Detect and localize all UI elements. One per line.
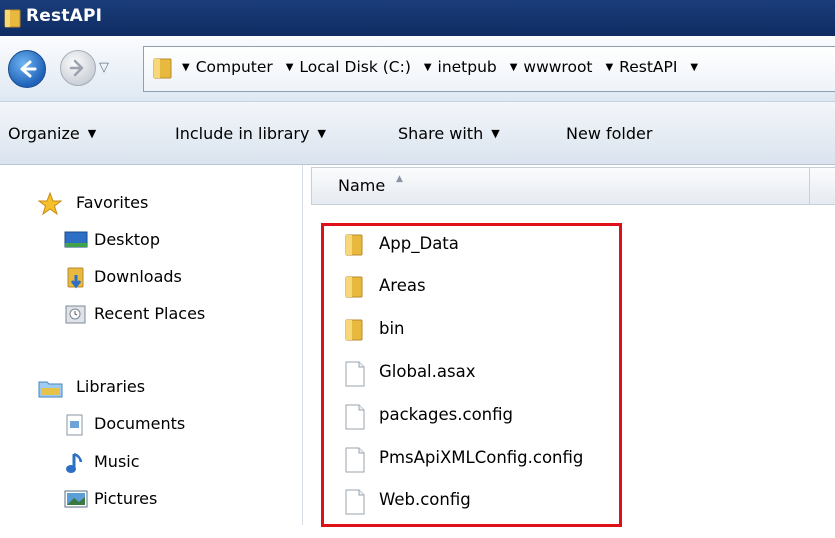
folder-icon <box>344 233 366 261</box>
libraries-icon <box>38 376 64 404</box>
folder-icon <box>344 318 366 346</box>
recent-pages-chevron-icon[interactable]: ▽ <box>99 60 109 75</box>
list-item[interactable]: bin <box>344 314 614 344</box>
new-folder-button[interactable]: New folder <box>566 124 652 143</box>
command-bar: Organize ▼ Include in library ▼ Share with… <box>0 102 835 165</box>
organize-button[interactable]: Organize ▼ <box>8 124 96 143</box>
column-header-row: Name ▲ <box>311 167 835 205</box>
file-icon <box>344 447 366 477</box>
chevron-down-icon: ▼ <box>491 127 500 140</box>
breadcrumb-item-restapi[interactable]: ▼ RestAPI <box>605 58 677 76</box>
share-with-button[interactable]: Share with ▼ <box>398 124 500 143</box>
title-bar: RestAPI <box>0 0 835 36</box>
list-item[interactable]: PmsApiXMLConfig.config <box>344 443 614 473</box>
back-button[interactable] <box>8 50 46 88</box>
recent-places-icon <box>64 303 88 331</box>
folder-icon <box>4 7 22 33</box>
address-bar[interactable]: ▼ Computer ▼ Local Disk (C:) ▼ inetpub ▼ www… <box>143 46 835 92</box>
breadcrumb: ▼ Computer ▼ Local Disk (C:) ▼ inetpub ▼ www… <box>182 58 712 76</box>
breadcrumb-item-inetpub[interactable]: ▼ inetpub <box>424 58 497 76</box>
column-resize-handle[interactable] <box>809 168 810 204</box>
file-icon <box>344 489 366 519</box>
star-icon <box>37 191 63 220</box>
forward-button[interactable] <box>60 50 96 86</box>
include-in-library-button[interactable]: Include in library ▼ <box>175 124 326 143</box>
breadcrumb-item-local-disk[interactable]: ▼ Local Disk (C:) <box>286 58 411 76</box>
documents-icon <box>64 413 86 441</box>
downloads-folder-icon <box>64 266 88 294</box>
chevron-down-icon: ▼ <box>317 127 326 140</box>
list-item[interactable]: packages.config <box>344 400 614 430</box>
pictures-icon <box>64 488 88 514</box>
window-title: RestAPI <box>26 6 103 26</box>
list-item[interactable]: Global.asax <box>344 357 614 387</box>
list-item[interactable]: App_Data <box>344 229 614 259</box>
navigation-pane <box>0 165 302 538</box>
file-icon <box>344 404 366 434</box>
breadcrumb-item-computer[interactable]: ▼ Computer <box>182 58 273 76</box>
folder-icon <box>152 56 174 84</box>
music-note-icon <box>64 451 86 479</box>
desktop-icon <box>64 229 88 255</box>
list-item[interactable]: Areas <box>344 271 614 301</box>
chevron-down-icon: ▼ <box>87 127 97 140</box>
folder-icon <box>344 275 366 303</box>
breadcrumb-item-wwwroot[interactable]: ▼ wwwroot <box>510 58 593 76</box>
sort-ascending-icon: ▲ <box>396 174 403 184</box>
breadcrumb-overflow-chevron-icon[interactable]: ▼ <box>690 58 704 76</box>
pane-divider[interactable] <box>302 165 303 525</box>
list-item[interactable]: Web.config <box>344 485 614 515</box>
column-header-name[interactable]: Name <box>338 176 385 195</box>
file-icon <box>344 361 366 391</box>
